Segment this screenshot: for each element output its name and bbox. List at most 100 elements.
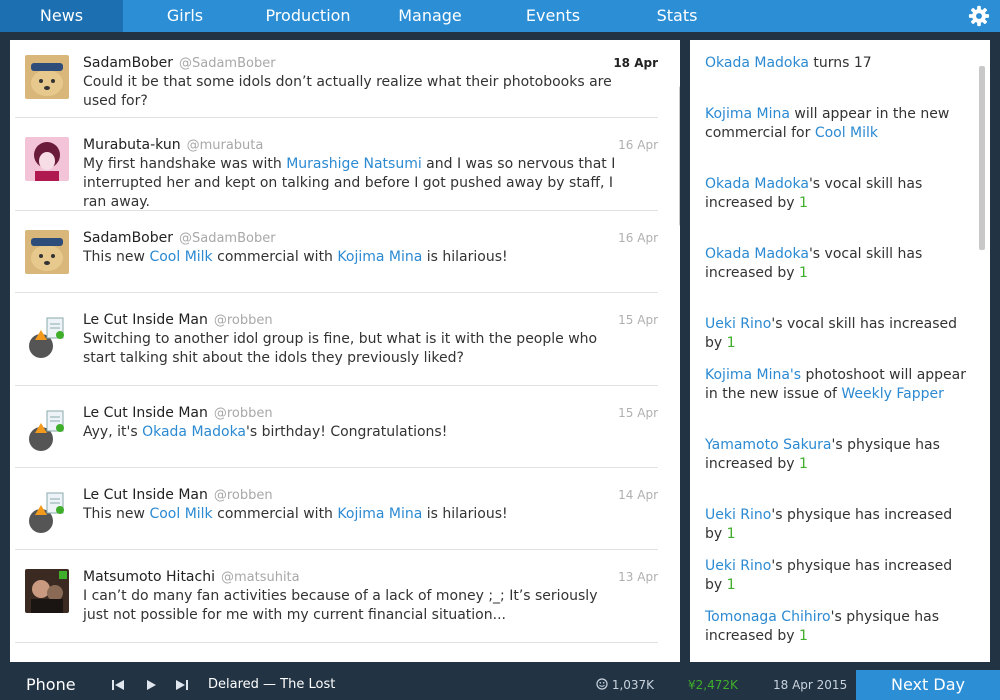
- events-log[interactable]: Okada Madoka turns 17 Kojima Mina will a…: [690, 40, 990, 662]
- event-item: Okada Madoka's vocal skill has increased…: [705, 175, 967, 213]
- tab-girls[interactable]: Girls: [145, 0, 225, 32]
- post-handle: @robben: [213, 406, 273, 421]
- post-author[interactable]: Le Cut Inside Man: [83, 487, 208, 503]
- post-text: My first handshake was with Murashige Na…: [83, 155, 623, 212]
- feed-post: Le Cut Inside Man @robben 14 Apr This new…: [15, 468, 658, 550]
- next-day-button[interactable]: Next Day: [856, 670, 1000, 700]
- events-scrollbar[interactable]: [979, 66, 985, 250]
- post-header: Le Cut Inside Man @robben: [83, 311, 273, 330]
- post-author[interactable]: Le Cut Inside Man: [83, 312, 208, 328]
- post-author[interactable]: SadamBober: [83, 230, 173, 246]
- post-author[interactable]: Matsumoto Hitachi: [83, 569, 215, 585]
- photo-avatar[interactable]: [25, 569, 69, 613]
- idol-link[interactable]: Kojima Mina: [705, 106, 790, 122]
- post-date: 15 Apr: [618, 313, 658, 327]
- idol-link[interactable]: Tomonaga Chihiro: [705, 609, 831, 625]
- idol-link[interactable]: Kojima Mina's: [705, 367, 801, 383]
- stat-increase: 1: [726, 526, 736, 542]
- post-text: Switching to another idol group is fine,…: [83, 330, 623, 368]
- idol-link[interactable]: Ueki Rino: [705, 316, 771, 332]
- now-playing-track: Delared — The Lost: [208, 677, 336, 692]
- play-icon[interactable]: [144, 678, 158, 692]
- post-handle: @robben: [213, 488, 273, 503]
- tab-production[interactable]: Production: [258, 0, 358, 32]
- idol-link[interactable]: Murashige Natsumi: [286, 156, 422, 172]
- post-text-fragment: commercial with: [212, 506, 338, 522]
- smiley-icon: [596, 678, 608, 690]
- tab-news[interactable]: News: [0, 0, 123, 32]
- robben-avatar[interactable]: [25, 316, 69, 360]
- post-date: 16 Apr: [618, 138, 658, 152]
- top-nav: News Girls Production Manage Events Stat…: [0, 0, 1000, 32]
- post-author[interactable]: Murabuta-kun: [83, 137, 181, 153]
- event-text: turns 17: [808, 55, 872, 71]
- post-text-fragment: 's birthday! Congratulations!: [246, 424, 448, 440]
- idol-link[interactable]: Ueki Rino: [705, 507, 771, 523]
- post-date: 13 Apr: [618, 570, 658, 584]
- post-handle: @matsuhita: [220, 570, 300, 585]
- idol-link[interactable]: Okada Madoka: [705, 55, 809, 71]
- post-handle: @SadamBober: [179, 231, 276, 246]
- tab-stats[interactable]: Stats: [637, 0, 717, 32]
- idol-link[interactable]: Kojima Mina: [337, 249, 422, 265]
- post-header: Le Cut Inside Man @robben: [83, 486, 273, 505]
- event-item: Kojima Mina's photoshoot will appear in …: [705, 366, 967, 404]
- idol-link[interactable]: Okada Madoka: [142, 424, 246, 440]
- phone-button[interactable]: Phone: [26, 670, 76, 700]
- doge-avatar[interactable]: [25, 230, 69, 274]
- robben-avatar[interactable]: [25, 491, 69, 535]
- news-feed[interactable]: SadamBober @SadamBober 18 Apr Could it be…: [10, 40, 680, 662]
- bottom-bar: Phone Delared — The Lost 1,037K ¥2,472K …: [0, 670, 1000, 700]
- post-text-fragment: commercial with: [212, 249, 338, 265]
- post-text: Could it be that some idols don’t actual…: [83, 73, 623, 111]
- feed-post: Le Cut Inside Man @robben 15 Apr Switchin…: [15, 293, 658, 386]
- next-track-icon[interactable]: [175, 678, 189, 692]
- tab-manage[interactable]: Manage: [390, 0, 470, 32]
- event-item: Ueki Rino's vocal skill has increased by…: [705, 315, 967, 353]
- feed-post: Matsumoto Hitachi @matsuhita 13 Apr I can…: [15, 550, 658, 643]
- post-date: 16 Apr: [618, 231, 658, 245]
- post-text: This new Cool Milk commercial with Kojim…: [83, 505, 623, 524]
- feed-post: Murabuta-kun @murabuta 16 Apr My first ha…: [15, 118, 658, 211]
- post-text-fragment: This new: [83, 506, 150, 522]
- stat-increase: 1: [798, 195, 808, 211]
- post-header: Le Cut Inside Man @robben: [83, 404, 273, 423]
- event-item: Kojima Mina will appear in the new comme…: [705, 105, 967, 143]
- robben-avatar[interactable]: [25, 409, 69, 453]
- product-link[interactable]: Cool Milk: [815, 125, 878, 141]
- doge-avatar[interactable]: [25, 55, 69, 99]
- post-text-fragment: is hilarious!: [422, 506, 508, 522]
- event-item: Tomonaga Chihiro's physique has increase…: [705, 608, 967, 646]
- post-date: 14 Apr: [618, 488, 658, 502]
- idol-link[interactable]: Kojima Mina: [337, 506, 422, 522]
- stat-increase: 1: [726, 577, 736, 593]
- stat-increase: 1: [798, 265, 808, 281]
- post-text-fragment: My first handshake was with: [83, 156, 287, 172]
- post-text-fragment: Could it be that some idols don’t actual…: [83, 74, 612, 109]
- feed-post: Le Cut Inside Man @robben 15 Apr Ayy, it'…: [15, 386, 658, 468]
- product-link[interactable]: Cool Milk: [149, 249, 212, 265]
- anime-avatar[interactable]: [25, 137, 69, 181]
- post-text-fragment: is hilarious!: [422, 249, 508, 265]
- previous-track-icon[interactable]: [111, 678, 125, 692]
- fans-counter: 1,037K: [596, 670, 654, 700]
- post-handle: @SadamBober: [179, 56, 276, 71]
- post-header: Matsumoto Hitachi @matsuhita: [83, 568, 300, 587]
- money-counter: ¥2,472K: [688, 678, 738, 692]
- post-date: 15 Apr: [618, 406, 658, 420]
- magazine-link[interactable]: Weekly Fapper: [841, 386, 943, 402]
- post-header: SadamBober @SadamBober: [83, 54, 276, 73]
- post-author[interactable]: Le Cut Inside Man: [83, 405, 208, 421]
- gear-icon[interactable]: [968, 5, 990, 27]
- idol-link[interactable]: Ueki Rino: [705, 558, 771, 574]
- post-text: I can’t do many fan activities because o…: [83, 587, 623, 625]
- tab-events[interactable]: Events: [513, 0, 593, 32]
- feed-scrollbar[interactable]: [679, 86, 680, 226]
- post-text-fragment: I can’t do many fan activities because o…: [83, 588, 598, 623]
- post-date: 18 Apr: [613, 56, 658, 70]
- idol-link[interactable]: Okada Madoka: [705, 246, 809, 262]
- idol-link[interactable]: Okada Madoka: [705, 176, 809, 192]
- product-link[interactable]: Cool Milk: [149, 506, 212, 522]
- idol-link[interactable]: Yamamoto Sakura: [705, 437, 831, 453]
- post-author[interactable]: SadamBober: [83, 55, 173, 71]
